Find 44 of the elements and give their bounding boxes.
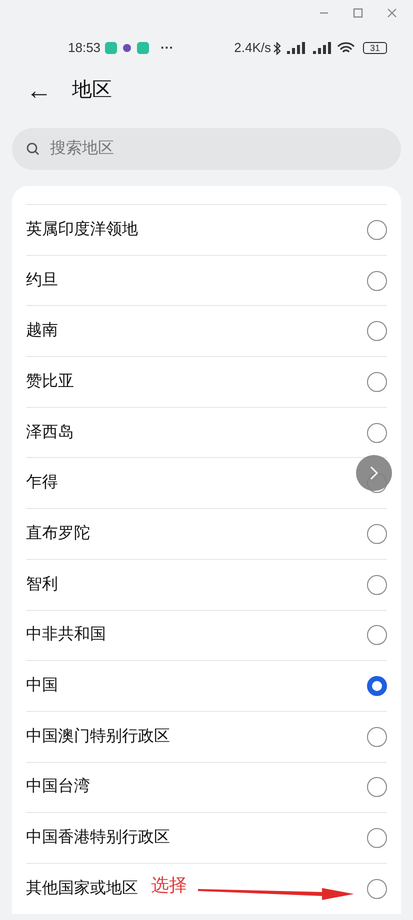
region-item[interactable]: 智利 xyxy=(26,558,387,610)
signal-icon xyxy=(311,42,333,54)
region-item[interactable]: 中国 xyxy=(26,660,387,711)
region-item[interactable]: 直布罗陀 xyxy=(26,508,387,559)
radio-button[interactable] xyxy=(367,878,387,899)
radio-button[interactable] xyxy=(367,524,387,544)
region-item[interactable]: 赞比亚 xyxy=(26,356,387,407)
app-notification-icon xyxy=(104,42,117,54)
region-item[interactable]: 中国香港特别行政区 xyxy=(26,812,387,863)
radio-button[interactable] xyxy=(367,828,387,848)
annotation-label: 选择 xyxy=(151,874,187,897)
radio-button[interactable] xyxy=(367,321,387,342)
bluetooth-icon xyxy=(273,42,281,54)
page-title: 地区 xyxy=(72,78,112,103)
radio-button[interactable] xyxy=(367,270,387,291)
radio-button[interactable] xyxy=(367,220,387,240)
back-button[interactable]: ← xyxy=(26,77,52,103)
search-icon xyxy=(26,142,40,156)
region-item[interactable]: 约旦 xyxy=(26,254,387,306)
region-item[interactable]: 中国台湾 xyxy=(26,762,387,812)
status-time: 18:53 xyxy=(68,39,101,58)
app-notification-icon xyxy=(136,42,149,54)
region-item[interactable]: 越南 xyxy=(26,305,387,356)
radio-button[interactable] xyxy=(367,726,387,747)
radio-button[interactable] xyxy=(367,676,387,696)
network-speed: 2.4K/s xyxy=(234,39,271,58)
wifi-icon xyxy=(337,42,355,54)
battery-indicator: 31 xyxy=(363,42,387,54)
close-icon[interactable] xyxy=(387,8,397,18)
radio-button[interactable] xyxy=(367,777,387,798)
radio-button[interactable] xyxy=(367,422,387,443)
maximize-icon[interactable] xyxy=(353,8,363,18)
radio-button[interactable] xyxy=(367,372,387,392)
chevron-right-icon xyxy=(369,466,379,480)
more-notifications: ··· xyxy=(160,39,174,58)
region-item[interactable]: 中非共和国 xyxy=(26,610,387,660)
region-item[interactable]: 中国澳门特别行政区 xyxy=(26,710,387,762)
radio-button[interactable] xyxy=(367,574,387,595)
region-item[interactable]: 泽西岛 xyxy=(26,406,387,458)
signal-icon xyxy=(285,42,307,54)
search-field[interactable]: 搜索地区 xyxy=(12,128,401,170)
region-item[interactable]: 英属印度洋领地 xyxy=(26,204,387,255)
radio-button[interactable] xyxy=(367,625,387,646)
app-notification-icon xyxy=(122,44,131,52)
